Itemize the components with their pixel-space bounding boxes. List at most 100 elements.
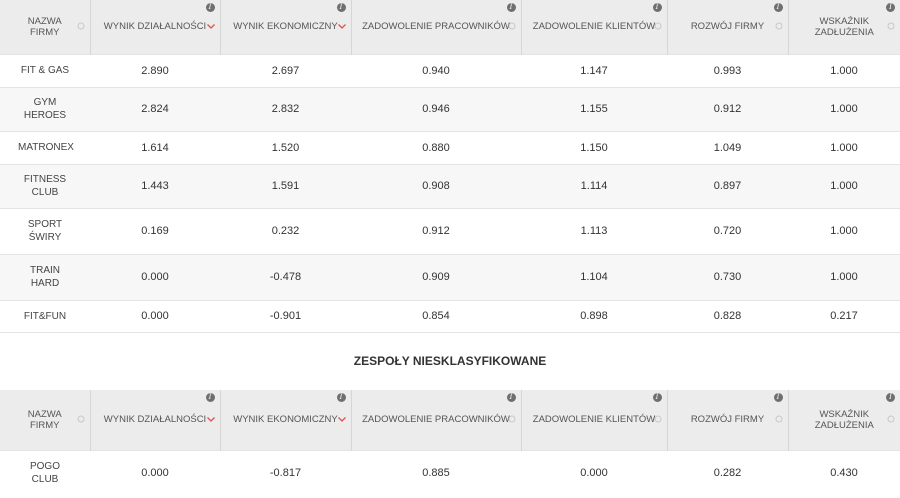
economic-result-cell: 1.591 <box>220 163 351 208</box>
info-icon[interactable]: i <box>773 392 783 402</box>
info-icon[interactable]: i <box>773 3 783 12</box>
column-header-operating-result[interactable]: WYNIK DZIAŁALNOŚCI i <box>89 0 220 54</box>
sort-neutral-icon[interactable] <box>886 21 896 31</box>
debt-ratio-cell: 1.000 <box>788 86 900 131</box>
employee-satisfaction-cell: 0.946 <box>351 86 521 131</box>
company-growth-cell: 1.049 <box>667 130 788 164</box>
table-row: FIT&FUN 0.000 -0.901 0.854 0.898 0.828 0.217 <box>0 299 900 333</box>
debt-ratio-cell: 1.000 <box>788 163 900 208</box>
table-body: POGO CLUB 0.000 -0.817 0.885 0.000 0.282 0.430 <box>0 450 900 496</box>
info-icon[interactable]: i <box>205 3 215 12</box>
chevron-down-icon[interactable] <box>337 414 347 424</box>
info-icon[interactable]: i <box>336 3 346 12</box>
table-row: SPORT ŚWIRY 0.169 0.232 0.912 1.113 0.720 1.00… <box>0 207 900 254</box>
debt-ratio-cell: 1.000 <box>788 207 900 254</box>
debt-ratio-cell: 0.217 <box>788 299 900 333</box>
debt-ratio-cell: 1.000 <box>788 130 900 164</box>
column-header-label: ZADOWOLENIE PRACOWNIKÓW <box>362 21 510 33</box>
column-header-company-growth[interactable]: ROZWÓJ FIRMY i <box>666 389 788 451</box>
company-name-cell: TRAIN HARD <box>0 253 90 300</box>
sort-neutral-icon[interactable] <box>507 414 517 424</box>
customer-satisfaction-cell: 0.898 <box>521 299 667 333</box>
sort-neutral-icon[interactable] <box>886 414 896 424</box>
sort-neutral-icon[interactable] <box>76 414 86 424</box>
economic-result-cell: 1.520 <box>220 130 351 164</box>
company-name-cell: FIT & GAS <box>0 53 90 87</box>
employee-satisfaction-cell: 0.854 <box>351 299 521 333</box>
info-icon[interactable]: i <box>652 3 662 12</box>
column-header-economic-result[interactable]: WYNIK EKONOMICZNY i <box>219 0 351 54</box>
table-row: POGO CLUB 0.000 -0.817 0.885 0.000 0.282 0.430 <box>0 450 900 496</box>
info-icon[interactable]: i <box>506 3 516 12</box>
operating-result-cell: 0.000 <box>90 450 220 496</box>
operating-result-cell: 0.000 <box>90 299 220 333</box>
sort-neutral-icon[interactable] <box>653 21 663 31</box>
chevron-down-icon[interactable] <box>337 21 347 31</box>
column-header-customer-satisfaction[interactable]: ZADOWOLENIE KLIENTÓW i <box>520 0 667 54</box>
chevron-down-icon[interactable] <box>206 414 216 424</box>
column-header-label: ROZWÓJ FIRMY <box>690 21 765 33</box>
company-name-cell: FITNESS CLUB <box>0 163 90 208</box>
column-header-employee-satisfaction[interactable]: ZADOWOLENIE PRACOWNIKÓW i <box>350 389 521 451</box>
classified-ranking-table: NAZWA FIRMY WYNIK DZIAŁALNOŚCI i WYNIK EKON… <box>0 0 900 333</box>
economic-result-cell: -0.901 <box>220 299 351 333</box>
sort-neutral-icon[interactable] <box>507 21 517 31</box>
customer-satisfaction-cell: 1.155 <box>521 86 667 131</box>
employee-satisfaction-cell: 0.880 <box>351 130 521 164</box>
info-icon[interactable]: i <box>205 392 215 402</box>
sort-neutral-icon[interactable] <box>774 414 784 424</box>
employee-satisfaction-cell: 0.885 <box>351 450 521 496</box>
customer-satisfaction-cell: 1.147 <box>521 53 667 87</box>
unclassified-ranking-table: NAZWA FIRMY WYNIK DZIAŁALNOŚCI i WYNIK EKON… <box>0 389 900 496</box>
table-row: FITNESS CLUB 1.443 1.591 0.908 1.114 0.897 1.0… <box>0 163 900 208</box>
operating-result-cell: 2.824 <box>90 86 220 131</box>
column-header-label: ZADOWOLENIE KLIENTÓW <box>532 414 656 426</box>
company-growth-cell: 0.730 <box>667 253 788 300</box>
operating-result-cell: 1.443 <box>90 163 220 208</box>
employee-satisfaction-cell: 0.909 <box>351 253 521 300</box>
table-body: FIT & GAS 2.890 2.697 0.940 1.147 0.993 1.000 G… <box>0 53 900 333</box>
customer-satisfaction-cell: 1.104 <box>521 253 667 300</box>
column-header-employee-satisfaction[interactable]: ZADOWOLENIE PRACOWNIKÓW i <box>350 0 521 54</box>
info-icon[interactable]: i <box>336 392 346 402</box>
info-icon[interactable]: i <box>886 392 895 402</box>
company-growth-cell: 0.912 <box>667 86 788 131</box>
economic-result-cell: 2.697 <box>220 53 351 87</box>
column-header-company-name[interactable]: NAZWA FIRMY <box>0 389 90 451</box>
column-header-label: NAZWA FIRMY <box>27 15 62 38</box>
sort-neutral-icon[interactable] <box>76 21 86 31</box>
column-header-label: ZADOWOLENIE KLIENTÓW <box>532 21 656 33</box>
table-row: GYM HEROES 2.824 2.832 0.946 1.155 0.912 1.000 <box>0 86 900 131</box>
column-header-debt-ratio[interactable]: WSKAŹNIK ZADŁUŻENIA i <box>787 389 900 451</box>
company-growth-cell: 0.282 <box>667 450 788 496</box>
info-icon[interactable]: i <box>886 3 895 12</box>
operating-result-cell: 0.000 <box>90 253 220 300</box>
company-name-cell: GYM HEROES <box>0 86 90 131</box>
column-header-label: WYNIK EKONOMICZNY <box>233 414 338 426</box>
column-header-label: ZADOWOLENIE PRACOWNIKÓW <box>362 414 510 426</box>
table-row: MATRONEX 1.614 1.520 0.880 1.150 1.049 1.000 <box>0 130 900 164</box>
operating-result-cell: 2.890 <box>90 53 220 87</box>
sort-neutral-icon[interactable] <box>653 414 663 424</box>
company-growth-cell: 0.828 <box>667 299 788 333</box>
column-header-debt-ratio[interactable]: WSKAŹNIK ZADŁUŻENIA i <box>787 0 900 54</box>
table-header: NAZWA FIRMY WYNIK DZIAŁALNOŚCI i WYNIK EKON… <box>0 0 900 54</box>
debt-ratio-cell: 0.430 <box>788 450 900 496</box>
column-header-company-name[interactable]: NAZWA FIRMY <box>0 0 90 54</box>
employee-satisfaction-cell: 0.940 <box>351 53 521 87</box>
economic-result-cell: -0.817 <box>220 450 351 496</box>
info-icon[interactable]: i <box>652 392 662 402</box>
table-row: TRAIN HARD 0.000 -0.478 0.909 1.104 0.730 1.00… <box>0 253 900 300</box>
chevron-down-icon[interactable] <box>206 21 216 31</box>
operating-result-cell: 1.614 <box>90 130 220 164</box>
column-header-operating-result[interactable]: WYNIK DZIAŁALNOŚCI i <box>89 389 220 451</box>
info-icon[interactable]: i <box>506 392 516 402</box>
column-header-economic-result[interactable]: WYNIK EKONOMICZNY i <box>219 389 351 451</box>
sort-neutral-icon[interactable] <box>774 21 784 31</box>
column-header-label: WSKAŹNIK ZADŁUŻENIA <box>814 408 874 431</box>
column-header-label: WYNIK DZIAŁALNOŚCI <box>103 21 207 33</box>
customer-satisfaction-cell: 1.114 <box>521 163 667 208</box>
column-header-company-growth[interactable]: ROZWÓJ FIRMY i <box>666 0 788 54</box>
column-header-customer-satisfaction[interactable]: ZADOWOLENIE KLIENTÓW i <box>520 389 667 451</box>
customer-satisfaction-cell: 0.000 <box>521 450 667 496</box>
